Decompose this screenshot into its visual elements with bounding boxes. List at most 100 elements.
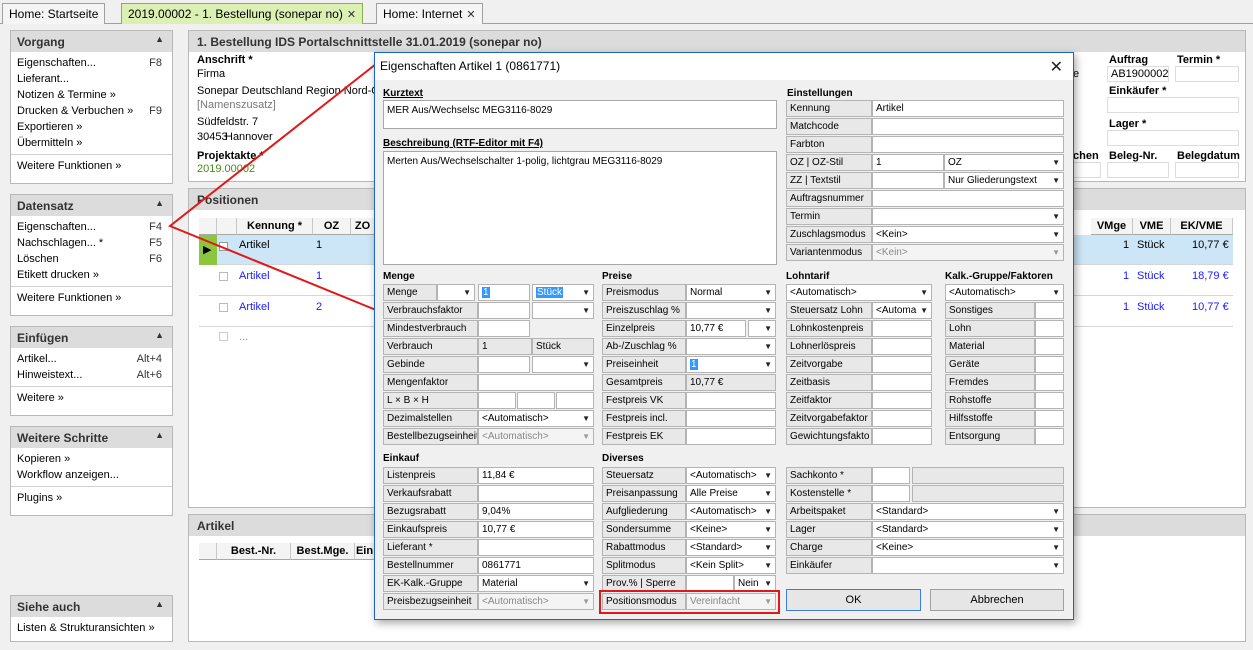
- festpreis-vk-field[interactable]: [686, 392, 776, 409]
- lager-field[interactable]: [1107, 130, 1239, 146]
- mindestverbrauch-field[interactable]: [478, 320, 530, 337]
- mengenfaktor-field[interactable]: [478, 374, 594, 391]
- zeitvorgabe-field[interactable]: [872, 356, 932, 373]
- kennung-field[interactable]: Artikel: [872, 100, 1064, 117]
- verbrauchsfaktor-select[interactable]: [532, 302, 594, 319]
- chevron-up-icon[interactable]: ▲: [155, 198, 164, 208]
- ok-button[interactable]: OK: [786, 589, 921, 611]
- kalk-gruppe-select[interactable]: <Automatisch>: [945, 284, 1064, 301]
- menu-item[interactable]: Drucken & Verbuchen » F9: [11, 103, 172, 119]
- panel-header[interactable]: Siehe auch ▲: [11, 596, 172, 617]
- laenge-field[interactable]: [478, 392, 516, 409]
- column-header-vmge[interactable]: VMge: [1091, 218, 1133, 235]
- faktor-field[interactable]: [1035, 392, 1064, 409]
- abzuschlag-select[interactable]: [686, 338, 776, 355]
- farbton-field[interactable]: [872, 136, 1064, 153]
- menu-item[interactable]: Löschen F6: [11, 251, 172, 267]
- einzelpreis-field[interactable]: 10,77 €: [686, 320, 746, 337]
- column-header[interactable]: Ein: [355, 543, 375, 560]
- menu-item[interactable]: Artikel... Alt+4: [11, 351, 172, 367]
- einkaeufer-field[interactable]: [1107, 97, 1239, 113]
- preisanpassung-select[interactable]: Alle Preise: [686, 485, 776, 502]
- lieferant-field[interactable]: [478, 539, 594, 556]
- bezugsrabatt-field[interactable]: 9,04%: [478, 503, 594, 520]
- preiszuschlag-select[interactable]: [686, 302, 776, 319]
- faktor-field[interactable]: [1035, 428, 1064, 445]
- beschreibung-editor[interactable]: Merten Aus/Wechselschalter 1-polig, lich…: [383, 151, 777, 265]
- steuersatz-select[interactable]: <Automatisch>: [686, 467, 776, 484]
- menu-item-more[interactable]: Weitere »: [11, 390, 172, 406]
- chevron-up-icon[interactable]: ▲: [155, 34, 164, 44]
- column-header-ek-vme[interactable]: EK/VME: [1171, 218, 1233, 235]
- festpreis-incl-field[interactable]: [686, 410, 776, 427]
- faktor-field[interactable]: [1035, 338, 1064, 355]
- belegdatum-field[interactable]: [1175, 162, 1239, 178]
- faktor-field[interactable]: [1035, 302, 1064, 319]
- cancel-button[interactable]: Abbrechen: [930, 589, 1064, 611]
- ek-kalk-gruppe-select[interactable]: Material: [478, 575, 594, 592]
- preiseinheit-select[interactable]: 1: [686, 356, 776, 373]
- lohnkostenpreis-field[interactable]: [872, 320, 932, 337]
- lohntarif-select[interactable]: <Automatisch>: [786, 284, 932, 301]
- kostenstelle-field[interactable]: [872, 485, 910, 502]
- beleg-nr-field[interactable]: [1107, 162, 1169, 178]
- lohnerloespreis-field[interactable]: [872, 338, 932, 355]
- field[interactable]: [1073, 162, 1101, 178]
- steuersatz-lohn-select[interactable]: <Automa: [872, 302, 932, 319]
- menu-item[interactable]: Kopieren »: [11, 451, 172, 467]
- menu-item[interactable]: Workflow anzeigen...: [11, 467, 172, 483]
- faktor-field[interactable]: [1035, 410, 1064, 427]
- kurztext-field[interactable]: MER Aus/Wechselsc MEG3116-8029: [383, 100, 777, 129]
- verbrauchsfaktor-field[interactable]: [478, 302, 530, 319]
- chevron-up-icon[interactable]: ▲: [155, 430, 164, 440]
- add-row-icon[interactable]: [219, 332, 228, 341]
- arbeitspaket-select[interactable]: <Standard>: [872, 503, 1064, 520]
- textstil-select[interactable]: Nur Gliederungstext: [944, 172, 1064, 189]
- new-row[interactable]: ...: [239, 331, 248, 343]
- einzelpreis-select[interactable]: [748, 320, 776, 337]
- zeitfaktor-field[interactable]: [872, 392, 932, 409]
- termin-select[interactable]: [872, 208, 1064, 225]
- termin-field[interactable]: [1175, 66, 1239, 82]
- panel-header[interactable]: Datensatz ▲: [11, 195, 172, 216]
- einkaeufer-select[interactable]: [872, 557, 1064, 574]
- gebinde-select[interactable]: [532, 356, 594, 373]
- sachkonto-field[interactable]: [872, 467, 910, 484]
- aufgliederung-select[interactable]: <Automatisch>: [686, 503, 776, 520]
- chevron-up-icon[interactable]: ▲: [155, 330, 164, 340]
- menge-field[interactable]: 1: [478, 284, 530, 301]
- auftragsnummer-field[interactable]: [872, 190, 1064, 207]
- menu-item[interactable]: Eigenschaften... F8: [11, 55, 172, 71]
- festpreis-ek-field[interactable]: [686, 428, 776, 445]
- gebinde-field[interactable]: [478, 356, 530, 373]
- menu-item[interactable]: Notizen & Termine »: [11, 87, 172, 103]
- menu-item-more[interactable]: Weitere Funktionen »: [11, 290, 172, 306]
- einkaufspreis-field[interactable]: 10,77 €: [478, 521, 594, 538]
- tab-home-startseite[interactable]: Home: Startseite: [2, 3, 106, 24]
- tab-home-internet[interactable]: Home: Internet ✕: [376, 3, 483, 24]
- hoehe-field[interactable]: [556, 392, 594, 409]
- dezimalstellen-select[interactable]: <Automatisch>: [478, 410, 594, 427]
- verkaufsrabatt-field[interactable]: [478, 485, 594, 502]
- close-icon[interactable]: ✕: [347, 9, 356, 21]
- menu-item[interactable]: Exportieren »: [11, 119, 172, 135]
- chevron-up-icon[interactable]: ▲: [155, 599, 164, 609]
- gewichtungsfaktor-field[interactable]: [872, 428, 932, 445]
- zeitvorgabefaktor-field[interactable]: [872, 410, 932, 427]
- panel-header[interactable]: Vorgang ▲: [11, 31, 172, 52]
- lager-select[interactable]: <Standard>: [872, 521, 1064, 538]
- faktor-field[interactable]: [1035, 374, 1064, 391]
- menu-item[interactable]: Etikett drucken »: [11, 267, 172, 283]
- preismodus-select[interactable]: Normal: [686, 284, 776, 301]
- column-header-vme[interactable]: VME: [1133, 218, 1171, 235]
- menu-item[interactable]: Nachschlagen... * F5: [11, 235, 172, 251]
- zeitbasis-field[interactable]: [872, 374, 932, 391]
- panel-header[interactable]: Weitere Schritte ▲: [11, 427, 172, 448]
- column-header[interactable]: Best.Mge.: [291, 543, 355, 560]
- bestellnummer-field[interactable]: 0861771: [478, 557, 594, 574]
- column-header[interactable]: Best.-Nr.: [217, 543, 291, 560]
- panel-header[interactable]: Einfügen ▲: [11, 327, 172, 348]
- faktor-field[interactable]: [1035, 320, 1064, 337]
- zuschlagsmodus-select[interactable]: <Kein>: [872, 226, 1064, 243]
- zz-field[interactable]: [872, 172, 944, 189]
